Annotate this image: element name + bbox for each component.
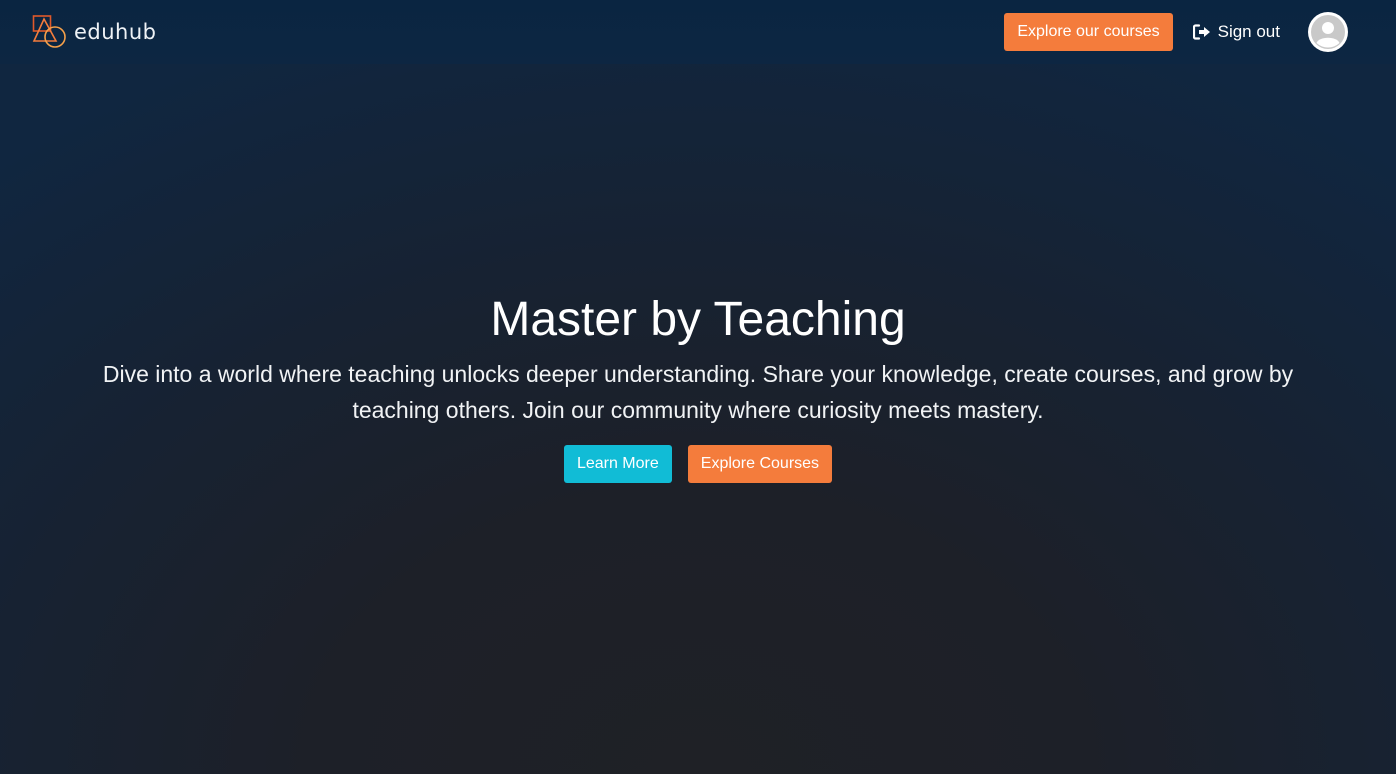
hero-actions: Learn More Explore Courses [0, 445, 1396, 483]
sign-out-label: Sign out [1217, 22, 1280, 41]
eduhub-logo-icon [32, 15, 66, 48]
sign-out-icon [1192, 24, 1210, 40]
user-avatar-icon [1311, 15, 1345, 49]
top-navbar: eduhub Explore our courses Sign out [0, 0, 1396, 64]
learn-more-button[interactable]: Learn More [563, 445, 672, 483]
explore-courses-button[interactable]: Explore Courses [687, 445, 833, 483]
nav-actions: Explore our courses Sign out [1004, 12, 1348, 52]
sign-out-link[interactable]: Sign out [1192, 22, 1280, 42]
hero-section: Master by Teaching Dive into a world whe… [0, 290, 1396, 483]
hero-title: Master by Teaching [490, 293, 906, 346]
user-avatar[interactable] [1308, 12, 1348, 52]
brand-name: eduhub [74, 20, 157, 44]
hero-description: Dive into a world where teaching unlocks… [102, 361, 1294, 423]
explore-our-courses-button[interactable]: Explore our courses [1004, 13, 1173, 51]
brand-home-link[interactable]: eduhub [32, 14, 157, 50]
